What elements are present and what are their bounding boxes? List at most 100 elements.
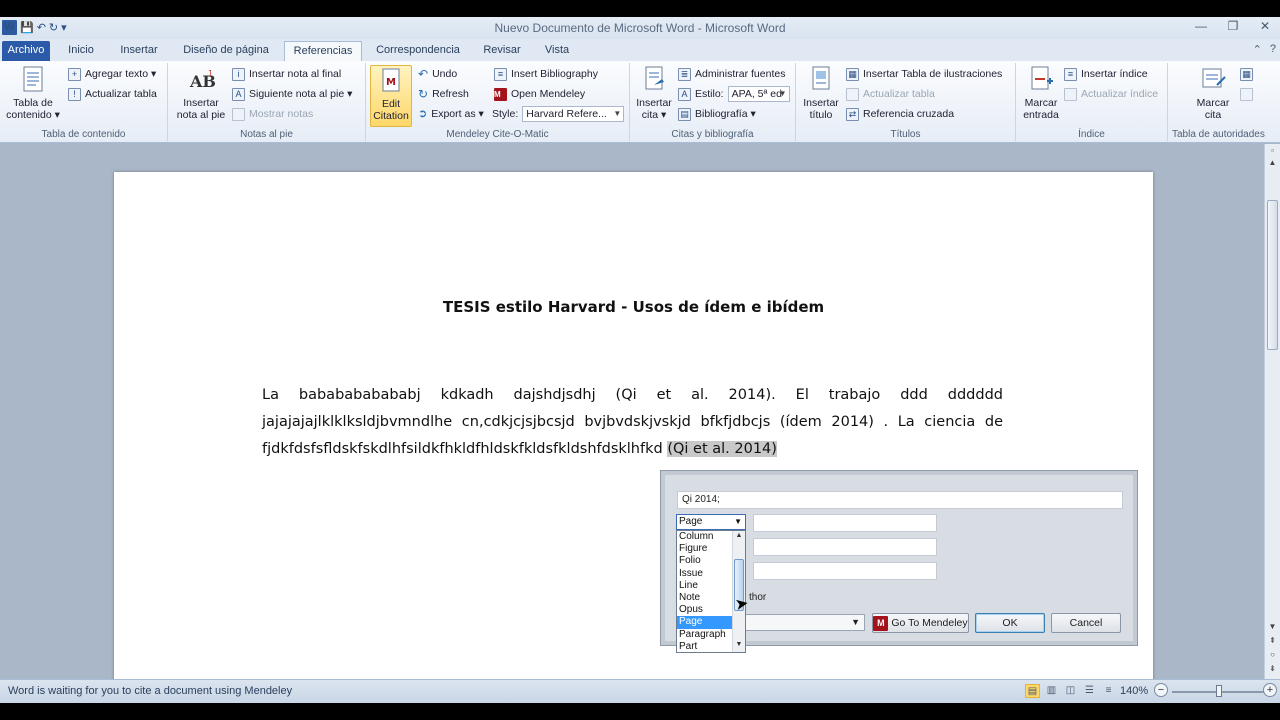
tab-inicio[interactable]: Inicio — [58, 41, 104, 61]
insertar-nota-pie-label: Insertar nota al pie — [176, 97, 226, 121]
list-item-selected[interactable]: Page — [677, 616, 733, 629]
locator-options-list: Column Figure Folio Issue Line Note Opus… — [676, 530, 746, 653]
print-layout-icon[interactable]: ▤ — [1025, 684, 1040, 698]
scroll-thumb[interactable] — [1267, 200, 1278, 350]
suffix-field[interactable] — [753, 562, 937, 580]
citation-text-field[interactable]: Qi 2014; — [677, 491, 1123, 509]
referencia-cruzada-button[interactable]: ⇄ Referencia cruzada — [846, 105, 954, 123]
insertar-nota-final-button[interactable]: i Insertar nota al final — [232, 65, 341, 83]
tab-archivo[interactable]: Archivo — [2, 41, 50, 61]
insert-caption-icon — [807, 65, 835, 95]
actualizar-tabla-label: Actualizar tabla — [85, 88, 157, 100]
administrar-fuentes-button[interactable]: ≣ Administrar fuentes — [678, 65, 785, 83]
cross-reference-icon: ⇄ — [846, 107, 859, 121]
collapse-ribbon-icon[interactable]: ⌃ — [1253, 43, 1262, 56]
bibliography-icon: ≡ — [494, 67, 507, 81]
insertar-tabla-autoridades-button[interactable]: ▦ — [1240, 65, 1253, 83]
web-layout-icon[interactable]: ◫ — [1063, 684, 1078, 698]
locator-type-combo[interactable]: Page ▼ — [676, 514, 746, 530]
insertar-indice-label: Insertar índice — [1081, 68, 1148, 80]
style-combo[interactable]: Harvard Refere... ▼ — [522, 106, 625, 122]
combo-arrow-icon: ▼ — [613, 109, 622, 118]
marcar-entrada-button[interactable]: Marcar entrada — [1018, 65, 1064, 121]
list-item[interactable]: Part — [677, 641, 733, 653]
insertar-cita-button[interactable]: Insertar cita ▾ — [632, 65, 676, 121]
prefix-field[interactable] — [753, 538, 937, 556]
minimize-icon[interactable]: — — [1192, 19, 1210, 33]
insertar-indice-button[interactable]: ≡ Insertar índice — [1064, 65, 1148, 83]
tab-diseno-pagina[interactable]: Diseño de página — [174, 41, 278, 61]
ruler-toggle-icon[interactable]: ▫ — [1265, 146, 1280, 155]
next-page-icon[interactable]: ⇟ — [1265, 664, 1280, 673]
list-item[interactable]: Figure — [677, 543, 733, 555]
cancel-button[interactable]: Cancel — [1051, 613, 1121, 633]
agregar-texto-button[interactable]: + Agregar texto ▾ — [68, 65, 156, 83]
svg-text:M: M — [386, 77, 396, 88]
draft-icon[interactable]: ≡ — [1101, 684, 1116, 698]
maximize-icon[interactable]: ❐ — [1224, 19, 1242, 33]
mostrar-notas-label: Mostrar notas — [249, 108, 314, 120]
document-paragraph[interactable]: La bababababababj kdkadh dajshdjsdhj (Qi… — [262, 382, 1003, 463]
actualizar-indice-button[interactable]: Actualizar índice — [1064, 85, 1158, 103]
mostrar-notas-button[interactable]: Mostrar notas — [232, 105, 313, 123]
estilo-combo[interactable]: APA, 5ª ed ▼ — [727, 86, 790, 102]
mendeley-undo-label: Undo — [432, 68, 458, 80]
full-screen-reading-icon[interactable]: ▥ — [1044, 684, 1059, 698]
mendeley-refresh-button[interactable]: ↻ Refresh — [418, 85, 469, 103]
open-mendeley-button[interactable]: M Open Mendeley — [494, 85, 585, 103]
insert-bibliography-button[interactable]: ≡ Insert Bibliography — [494, 65, 598, 83]
tab-correspondencia[interactable]: Correspondencia — [370, 41, 466, 61]
actualizar-tabla-autoridades-button[interactable] — [1240, 85, 1253, 103]
status-message: Word is waiting for you to cite a docume… — [8, 685, 293, 697]
tabla-contenido-button[interactable]: Tabla de contenido ▾ — [2, 65, 64, 121]
export-as-button[interactable]: ➲ Export as ▾ — [418, 105, 484, 123]
scroll-down-icon[interactable]: ▼ — [733, 641, 745, 648]
marcar-cita-button[interactable]: Marcar cita — [1188, 65, 1238, 121]
outline-icon[interactable]: ☰ — [1082, 684, 1097, 698]
edit-citation-button[interactable]: M Edit Citation — [370, 65, 412, 127]
highlighted-citation[interactable]: (Qi et al. 2014) — [667, 441, 777, 457]
list-item[interactable]: Opus — [677, 604, 733, 616]
marcar-entrada-label: Marcar entrada — [1023, 97, 1059, 121]
tabla-contenido-label: Tabla de contenido ▾ — [6, 97, 60, 121]
tab-revisar[interactable]: Revisar — [478, 41, 526, 61]
title-bar: W 💾 ↶ ↻ ▾ Nuevo Documento de Microsoft W… — [0, 17, 1280, 39]
help-icon[interactable]: ? — [1270, 43, 1276, 56]
browse-object-icon[interactable]: ○ — [1265, 650, 1280, 659]
go-to-mendeley-button[interactable]: M Go To Mendeley — [872, 613, 969, 633]
scroll-down-icon[interactable]: ▼ — [1265, 622, 1280, 631]
list-item[interactable]: Line — [677, 580, 733, 592]
tab-vista[interactable]: Vista — [536, 41, 578, 61]
close-icon[interactable]: ✕ — [1256, 19, 1274, 33]
previous-page-icon[interactable]: ⇞ — [1265, 636, 1280, 645]
zoom-slider-thumb[interactable] — [1216, 685, 1222, 697]
list-item[interactable]: Column — [677, 531, 733, 543]
actualizar-tabla-button[interactable]: ! Actualizar tabla — [68, 85, 157, 103]
list-scrollbar[interactable]: ▲ ▼ — [732, 531, 745, 652]
list-item[interactable]: Paragraph — [677, 629, 733, 641]
locator-value-field[interactable] — [753, 514, 937, 532]
list-item[interactable]: Folio — [677, 555, 733, 567]
insertar-nota-pie-button[interactable]: AB 1 Insertar nota al pie — [172, 65, 230, 121]
siguiente-nota-button[interactable]: A Siguiente nota al pie ▾ — [232, 85, 352, 103]
actualizar-tabla-titulos-button[interactable]: Actualizar tabla — [846, 85, 935, 103]
endnote-icon: i — [232, 67, 245, 81]
ok-button[interactable]: OK — [975, 613, 1045, 633]
paragraph-line-text: fjdkfdsfsfldskfskdlhfsildkfhkldfhldskfkl… — [262, 441, 668, 457]
zoom-level[interactable]: 140% — [1120, 685, 1148, 697]
scroll-up-icon[interactable]: ▲ — [733, 532, 745, 539]
zoom-in-icon[interactable]: + — [1263, 683, 1277, 697]
tab-insertar[interactable]: Insertar — [112, 41, 166, 61]
zoom-out-icon[interactable]: − — [1154, 683, 1168, 697]
bibliografia-button[interactable]: ▤ Bibliografía ▾ — [678, 105, 756, 123]
insertar-tabla-ilustraciones-button[interactable]: ▦ Insertar Tabla de ilustraciones — [846, 65, 1002, 83]
citation-type-select[interactable]: ▼ — [737, 614, 865, 631]
list-item[interactable]: Note — [677, 592, 733, 604]
edit-citation-label: Edit Citation — [373, 98, 409, 122]
tab-referencias[interactable]: Referencias — [284, 41, 362, 61]
insertar-titulo-button[interactable]: Insertar título — [800, 65, 842, 121]
list-item[interactable]: Issue — [677, 568, 733, 580]
vertical-scrollbar[interactable]: ▫ ▲ ▼ ⇞ ○ ⇟ — [1264, 144, 1280, 679]
scroll-up-icon[interactable]: ▲ — [1265, 158, 1280, 167]
mendeley-undo-button[interactable]: ↶ Undo — [418, 65, 457, 83]
